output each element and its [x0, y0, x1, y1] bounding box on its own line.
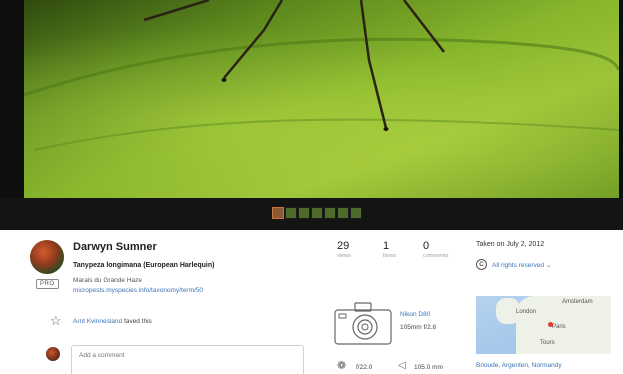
faved-activity: Arnt Kvinnesland faved this — [73, 318, 152, 325]
camera-icon[interactable] — [333, 298, 393, 346]
views-count: 29 — [337, 240, 350, 252]
photo-frame — [0, 0, 623, 230]
license-dropdown[interactable]: All rights reserved ⌄ — [492, 261, 551, 269]
stat-views: 29 views — [337, 240, 351, 259]
faved-user-link[interactable]: Arnt Kvinnesland — [73, 318, 122, 325]
location-map[interactable]: Amsterdam London Paris Tours — [476, 296, 611, 354]
map-pin-icon — [548, 322, 553, 327]
map-label-tours: Tours — [540, 340, 555, 346]
main-photo[interactable] — [24, 0, 619, 198]
taxonomy-link[interactable]: micropests.myspecies.info/taxonomy/term/… — [73, 287, 203, 294]
thumbnail-list — [272, 207, 362, 219]
photo-title: Tanypeza longimana (European Harlequin) — [73, 262, 215, 269]
star-icon[interactable]: ☆ — [50, 314, 62, 327]
thumbnail-item[interactable] — [350, 207, 362, 219]
camera-model-link[interactable]: Nikon D80 — [400, 311, 430, 318]
map-label-amsterdam: Amsterdam — [562, 299, 593, 305]
thumbnail-item[interactable] — [337, 207, 349, 219]
comments-label: comments — [423, 253, 449, 259]
comment-input[interactable] — [71, 345, 304, 374]
lens-info: 105mm f/2.8 — [400, 324, 437, 331]
map-label-london: London — [516, 309, 537, 315]
thumbnail-item[interactable] — [324, 207, 336, 219]
thumbnail-item[interactable] — [272, 207, 284, 219]
comments-count: 0 — [423, 240, 430, 252]
comment-avatar — [46, 347, 60, 361]
map-label-paris: Paris — [552, 324, 566, 330]
faves-count: 1 — [383, 240, 390, 252]
copyright-icon: C — [476, 259, 487, 270]
taken-date: Taken on July 2, 2012 — [476, 241, 545, 248]
pro-badge: PRO — [36, 279, 59, 289]
stat-faves[interactable]: 1 faves — [383, 240, 396, 259]
photo-location: Marais du Grande Haze — [73, 277, 143, 284]
faved-text: faved this — [123, 318, 152, 325]
focal-length-value: 105.0 mm — [414, 364, 443, 371]
thumbnail-item[interactable] — [311, 207, 323, 219]
photo-subject-legs — [24, 0, 619, 151]
faves-label: faves — [383, 253, 397, 259]
place-link[interactable]: Brioude, Argenten, Normandy — [476, 362, 562, 369]
thumbnail-item[interactable] — [298, 207, 310, 219]
stat-comments: 0 comments — [423, 240, 448, 259]
thumbnail-item[interactable] — [285, 207, 297, 219]
owner-avatar[interactable] — [30, 240, 64, 274]
aperture-value: f/22.0 — [356, 364, 373, 371]
license-label: All rights reserved — [492, 262, 545, 269]
focal-length-icon: ◁ — [398, 360, 406, 371]
aperture-icon: ❁ — [337, 360, 347, 372]
chevron-down-icon: ⌄ — [545, 262, 552, 269]
views-label: views — [337, 253, 351, 259]
owner-name[interactable]: Darwyn Sumner — [73, 241, 157, 253]
